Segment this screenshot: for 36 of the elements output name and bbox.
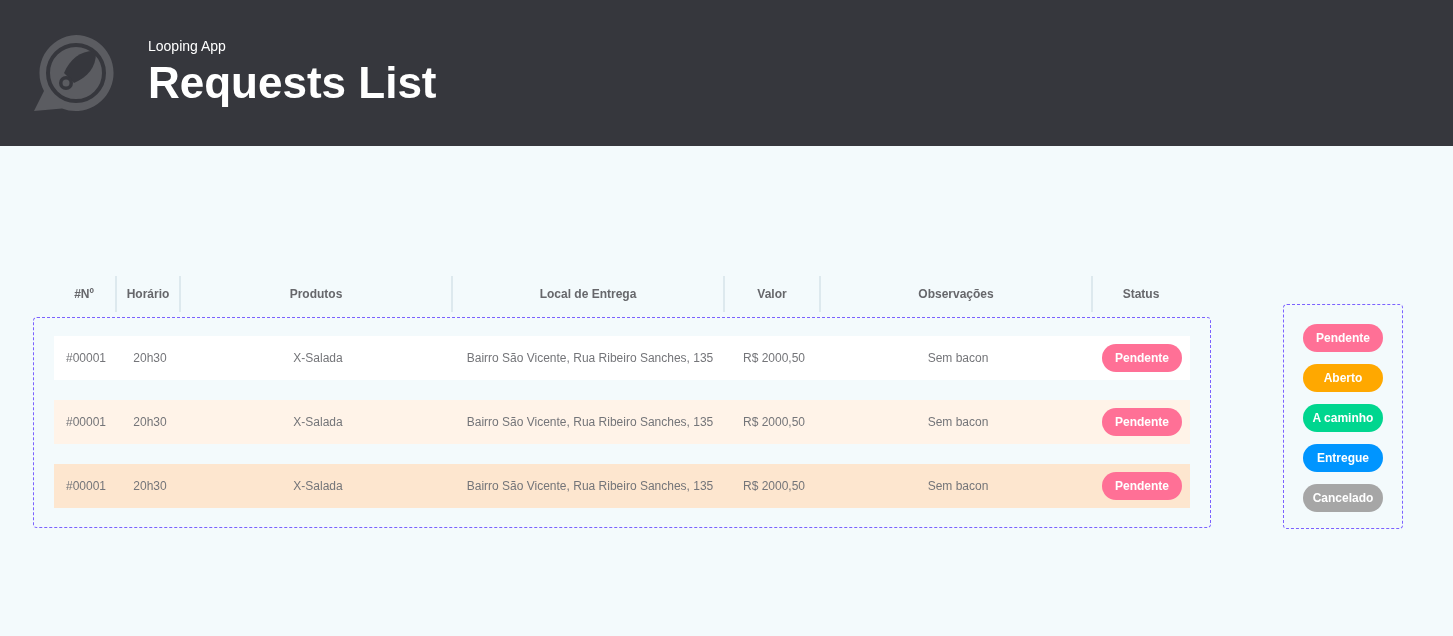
column-header: Horário (126, 286, 170, 303)
table-cell-text: R$ 2000,50 (742, 350, 806, 367)
table-cell-text: Bairro São Vicente, Rua Ribeiro Sanches, 135 (466, 350, 714, 367)
status-badge: Pendente (1102, 344, 1182, 372)
status-badge: Aberto (1303, 364, 1383, 392)
page-title: Requests List (148, 57, 437, 109)
column-header: Produtos (289, 286, 343, 303)
table-cell-text: Bairro São Vicente, Rua Ribeiro Sanches, 135 (466, 414, 714, 431)
column-header: Valor (757, 286, 787, 303)
table-cell-text: #00001 (65, 414, 106, 431)
status-badge: Pendente (1303, 324, 1383, 352)
column-header: Status (1122, 286, 1160, 303)
table-cell-text: X-Salada (293, 478, 343, 495)
table-cell-text: #00001 (65, 350, 106, 367)
status-badge: A caminho (1303, 404, 1383, 432)
table-cell-text: Sem bacon (927, 350, 989, 367)
table-cell-text: 20h30 (133, 414, 167, 431)
status-badge: Entregue (1303, 444, 1383, 472)
column-header: Observações (918, 286, 994, 303)
table-cell-text: R$ 2000,50 (742, 414, 806, 431)
app-name: Looping App (148, 37, 227, 55)
status-badge: Pendente (1102, 472, 1182, 500)
column-header: #Nº (74, 286, 94, 303)
status-badge: Cancelado (1303, 484, 1383, 512)
table-cell-text: X-Salada (293, 350, 343, 367)
table-cell-text: 20h30 (133, 478, 167, 495)
rocket-chat-icon (32, 33, 116, 113)
table-cell-text: R$ 2000,50 (742, 478, 806, 495)
column-header: Local de Entrega (539, 286, 637, 303)
table-cell-text: Sem bacon (927, 414, 989, 431)
table-cell-text: Sem bacon (927, 478, 989, 495)
status-badge: Pendente (1102, 408, 1182, 436)
table-cell-text: X-Salada (293, 414, 343, 431)
table-cell-text: 20h30 (133, 350, 167, 367)
table-cell-text: #00001 (65, 478, 106, 495)
table-cell-text: Bairro São Vicente, Rua Ribeiro Sanches, 135 (466, 478, 714, 495)
